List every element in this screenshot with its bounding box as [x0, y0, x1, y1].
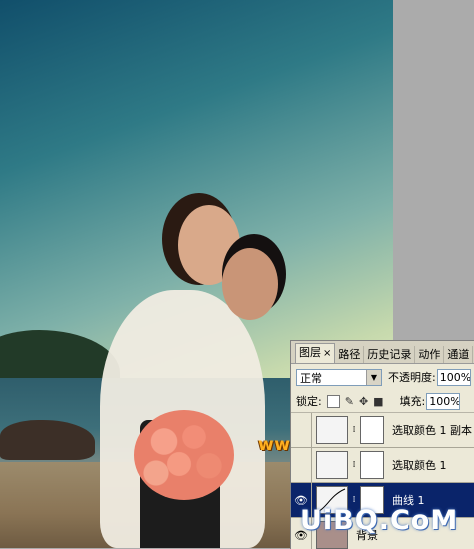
link-icon: ⁞	[352, 495, 356, 505]
visibility-toggle[interactable]	[291, 413, 312, 447]
layer-name: 选取颜色 1 副本	[392, 424, 472, 437]
layer-mask-thumbnail	[360, 416, 384, 444]
tab-layers-label: 图层	[299, 346, 321, 359]
blend-mode-select[interactable]: 正常 ▼	[296, 368, 382, 386]
chevron-down-icon[interactable]: ▼	[366, 369, 381, 385]
blend-row: 正常 ▼ 不透明度: 100%	[291, 364, 474, 390]
lock-icon[interactable]: ■	[373, 395, 383, 408]
layer-row[interactable]: ⁞ 选取颜色 1	[291, 448, 474, 483]
tab-layers[interactable]: 图层 ×	[295, 343, 336, 363]
link-icon: ⁞	[352, 425, 356, 435]
visibility-toggle[interactable]	[291, 448, 312, 482]
move-icon[interactable]: ✥	[359, 395, 368, 408]
link-icon: ⁞	[352, 460, 356, 470]
lock-label: 锁定:	[296, 395, 322, 408]
layer-row[interactable]: ⁞ 选取颜色 1 副本	[291, 413, 474, 448]
adjustment-thumbnail-icon	[316, 416, 348, 444]
tab-history[interactable]: 历史记录	[364, 346, 416, 363]
tab-channels[interactable]: 通道	[444, 346, 474, 363]
brush-icon[interactable]: ✎	[345, 395, 354, 408]
opacity-input[interactable]: 100%	[436, 368, 471, 386]
layer-name: 选取颜色 1	[392, 459, 447, 472]
man-head	[222, 248, 278, 320]
fill-label: 填充:	[399, 395, 426, 408]
lock-row: 锁定: ✎ ✥ ■ 填充: 100%	[291, 390, 474, 413]
adjustment-thumbnail-icon	[316, 451, 348, 479]
opacity-label: 不透明度:	[388, 371, 436, 384]
fill-input[interactable]: 100%	[426, 392, 461, 410]
lock-transparent-checkbox[interactable]	[326, 394, 340, 408]
rose-bouquet	[134, 410, 234, 500]
panel-tabs: 图层 × 路径 历史记录 动作 通道	[291, 341, 474, 364]
blend-mode-value: 正常	[300, 371, 322, 385]
layer-mask-thumbnail	[360, 451, 384, 479]
tab-actions[interactable]: 动作	[415, 346, 445, 363]
watermark-uibq: UiBQ.CoM	[300, 505, 459, 536]
close-icon[interactable]: ×	[323, 348, 331, 359]
rock	[0, 420, 95, 460]
tab-paths[interactable]: 路径	[335, 346, 365, 363]
